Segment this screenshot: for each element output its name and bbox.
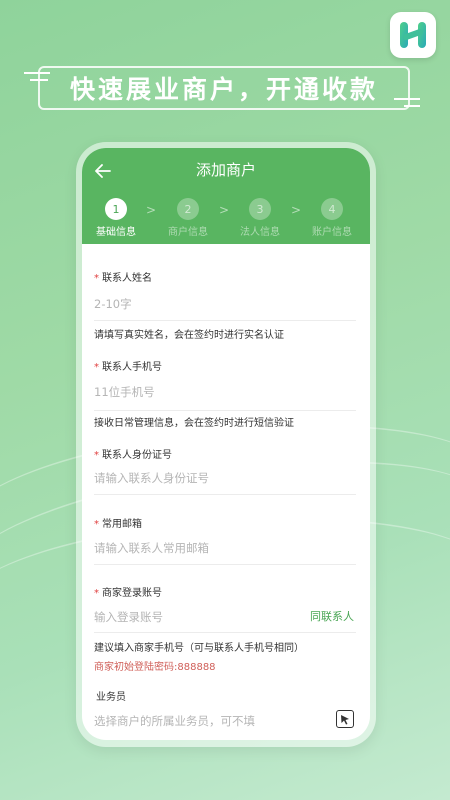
salesman-label: 业务员 bbox=[96, 692, 126, 703]
id-card-label-text: 联系人身份证号 bbox=[102, 450, 172, 461]
contact-phone-hint: 接收日常管理信息，会在签约时进行短信验证 bbox=[94, 418, 294, 429]
select-cursor-icon[interactable] bbox=[336, 710, 354, 728]
step-1: 1 基础信息 bbox=[86, 198, 146, 238]
contact-name-label: * 联系人姓名 bbox=[94, 269, 152, 284]
login-account-label-text: 商家登录账号 bbox=[102, 588, 162, 599]
step-separator-icon: > bbox=[146, 203, 157, 217]
step-number: 3 bbox=[249, 198, 271, 220]
screen-header: 添加商户 1 基础信息 > 2 商户信息 > 3 法人信息 > 4 账户信息 bbox=[82, 148, 370, 244]
email-input[interactable]: 请输入联系人常用邮箱 bbox=[94, 540, 209, 556]
app-logo-h-icon bbox=[390, 12, 436, 58]
page-title: 添加商户 bbox=[195, 161, 256, 179]
id-card-label: * 联系人身份证号 bbox=[94, 446, 172, 461]
contact-phone-label: * 联系人手机号 bbox=[94, 358, 162, 373]
divider bbox=[94, 410, 356, 411]
email-label-text: 常用邮箱 bbox=[102, 519, 142, 530]
step-label: 商户信息 bbox=[168, 227, 208, 238]
required-mark: * bbox=[94, 273, 99, 284]
required-mark: * bbox=[94, 362, 99, 373]
required-mark: * bbox=[94, 450, 99, 461]
step-number: 4 bbox=[321, 198, 343, 220]
phone-screen: 添加商户 1 基础信息 > 2 商户信息 > 3 法人信息 > 4 账户信息 *… bbox=[82, 148, 370, 740]
step-number: 1 bbox=[105, 198, 127, 220]
promo-banner: 快速展业商户，开通收款 bbox=[38, 66, 410, 110]
step-label: 基础信息 bbox=[96, 227, 136, 238]
contact-name-label-text: 联系人姓名 bbox=[102, 273, 152, 284]
step-indicator: 1 基础信息 > 2 商户信息 > 3 法人信息 > 4 账户信息 bbox=[82, 198, 370, 238]
default-password-note: 商家初始登陆密码:888888 bbox=[94, 662, 216, 673]
required-mark: * bbox=[94, 519, 99, 530]
contact-phone-label-text: 联系人手机号 bbox=[102, 362, 162, 373]
step-separator-icon: > bbox=[291, 203, 302, 217]
step-label: 法人信息 bbox=[240, 227, 280, 238]
login-account-input[interactable]: 输入登录账号 bbox=[94, 609, 163, 625]
login-account-label: * 商家登录账号 bbox=[94, 584, 162, 599]
decorative-line bbox=[404, 105, 420, 107]
step-4: 4 账户信息 bbox=[302, 198, 362, 238]
divider bbox=[94, 494, 356, 495]
divider bbox=[94, 564, 356, 565]
step-separator-icon: > bbox=[219, 203, 230, 217]
login-account-hint: 建议填入商家手机号（可与联系人手机号相同） bbox=[94, 643, 304, 654]
step-2: 2 商户信息 bbox=[158, 198, 218, 238]
decorative-line bbox=[394, 98, 420, 100]
email-label: * 常用邮箱 bbox=[94, 515, 142, 530]
salesman-select[interactable]: 选择商户的所属业务员，可不填 bbox=[94, 713, 255, 729]
divider bbox=[94, 632, 356, 633]
step-3: 3 法人信息 bbox=[230, 198, 290, 238]
contact-phone-input[interactable]: 11位手机号 bbox=[94, 384, 155, 400]
contact-name-hint: 请填写真实姓名，会在签约时进行实名认证 bbox=[94, 330, 284, 341]
same-as-contact-button[interactable]: 同联系人 bbox=[310, 608, 354, 624]
required-mark: * bbox=[94, 588, 99, 599]
id-card-input[interactable]: 请输入联系人身份证号 bbox=[94, 470, 209, 486]
divider bbox=[94, 320, 356, 321]
contact-name-input[interactable]: 2-10字 bbox=[94, 296, 132, 312]
promo-banner-text: 快速展业商户，开通收款 bbox=[69, 75, 378, 104]
step-label: 账户信息 bbox=[312, 227, 352, 238]
step-number: 2 bbox=[177, 198, 199, 220]
